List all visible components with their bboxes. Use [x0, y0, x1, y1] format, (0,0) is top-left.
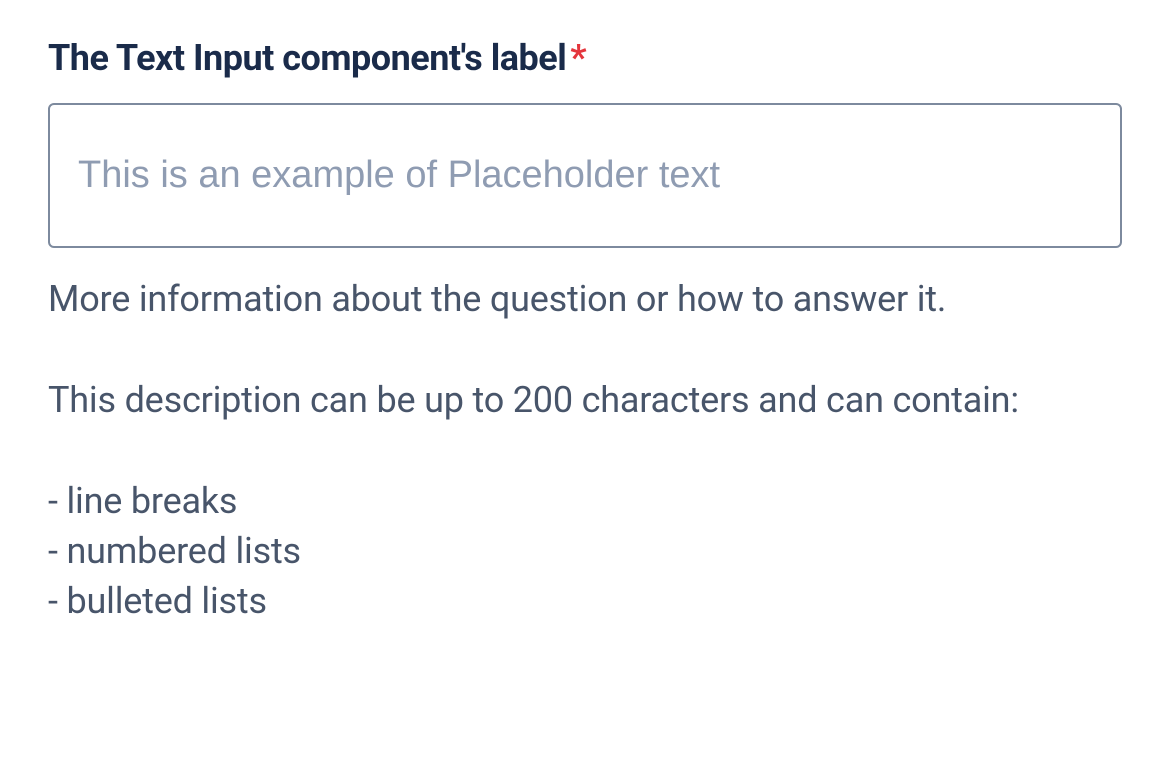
field-description: More information about the question or h…: [48, 274, 1122, 627]
field-label-text: The Text Input component's label: [48, 37, 566, 79]
field-label: The Text Input component's label*: [48, 36, 1122, 81]
text-input[interactable]: [48, 103, 1122, 248]
text-input-field: The Text Input component's label* More i…: [48, 36, 1122, 627]
required-indicator: *: [570, 37, 586, 79]
